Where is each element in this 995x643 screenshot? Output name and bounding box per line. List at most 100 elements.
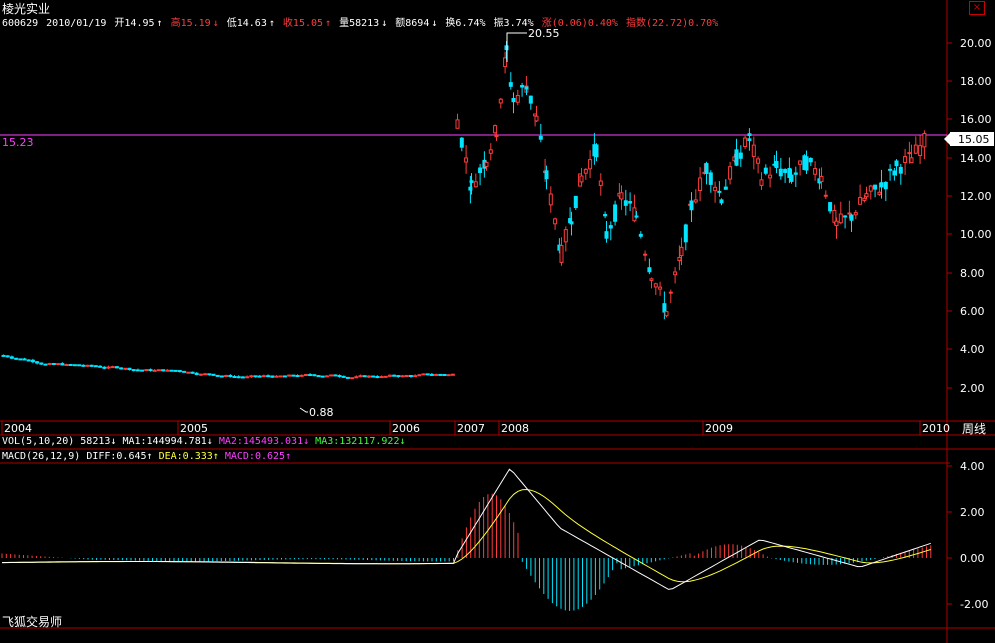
candle-body <box>89 364 94 367</box>
candle-body <box>683 224 688 243</box>
candle-body <box>354 376 359 379</box>
candle-body <box>515 94 520 103</box>
candle-body <box>245 376 250 379</box>
candle-body <box>756 158 761 164</box>
candle-body <box>152 369 157 372</box>
price-tick-label: 16.00 <box>960 113 992 126</box>
candle-body <box>819 175 824 183</box>
candle-body <box>534 115 539 122</box>
candle-body <box>469 180 474 183</box>
candle-body <box>883 181 888 190</box>
candle-body <box>30 359 35 363</box>
candle-body <box>404 375 409 378</box>
candle-body <box>169 369 174 372</box>
candle-body <box>207 373 212 376</box>
date-axis-label: 2005 <box>180 422 208 435</box>
date-axis: 2004 2005 2006 2007 2008 2009 2010 <box>1 421 950 435</box>
candle-body <box>211 373 216 376</box>
candle-body <box>632 207 637 222</box>
candle-body <box>9 356 14 359</box>
candle-body <box>892 170 897 176</box>
candle-body <box>350 377 355 380</box>
candle-body <box>303 374 308 377</box>
candle-body <box>559 245 564 263</box>
candle-body <box>47 362 52 365</box>
candle-body <box>333 374 338 377</box>
candle-body <box>287 374 292 377</box>
candle-body <box>232 376 237 379</box>
candle-body <box>608 225 613 229</box>
period-label: 周线 <box>962 422 986 436</box>
candle-body <box>774 160 779 168</box>
candle-body <box>922 133 927 148</box>
candle-body <box>668 291 673 294</box>
candle-body <box>450 373 455 376</box>
candle-body <box>14 357 19 360</box>
candle-body <box>18 358 23 361</box>
date-axis-label: 2008 <box>501 422 529 435</box>
candle-body <box>228 375 233 378</box>
stock-chart[interactable]: 20.00 18.00 16.00 14.00 12.00 10.00 8.00… <box>0 0 995 643</box>
date-axis-label: 2010 <box>922 422 950 435</box>
candle-body <box>127 367 132 371</box>
candle-body <box>804 156 809 171</box>
candle-body <box>498 98 503 104</box>
date-axis-label: 2009 <box>705 422 733 435</box>
candle-body <box>257 375 262 378</box>
candle-body <box>907 152 912 155</box>
candle-body <box>236 376 241 379</box>
candle-body <box>808 157 813 163</box>
candle-body <box>484 161 489 167</box>
candle-body <box>312 374 317 377</box>
candle-body <box>743 137 748 148</box>
candle-body <box>165 369 170 372</box>
candle-body <box>528 95 533 104</box>
candle-body <box>68 364 73 367</box>
candle-body <box>898 166 903 174</box>
candle-body <box>371 375 376 378</box>
candle-body <box>563 229 568 243</box>
candle-body <box>383 375 388 378</box>
candle-body <box>408 375 413 378</box>
candle-body <box>708 172 713 185</box>
price-tick-label: 10.00 <box>960 228 992 241</box>
candle-body <box>434 373 439 376</box>
candle-body <box>858 197 863 205</box>
candle-body <box>693 199 698 203</box>
price-tick-label: 20.00 <box>960 37 992 50</box>
candle-body <box>413 375 418 378</box>
candle-body <box>588 159 593 170</box>
candle-body <box>734 149 739 166</box>
candle-body <box>291 374 296 377</box>
candle-body <box>5 355 10 358</box>
candle-body <box>768 174 773 179</box>
candle-body <box>22 358 27 361</box>
candle-body <box>240 376 245 379</box>
candle-body <box>148 369 153 372</box>
date-axis-label: 2006 <box>392 422 420 435</box>
date-axis-label: 2007 <box>457 422 485 435</box>
candle-body <box>123 367 128 370</box>
candle-body <box>553 218 558 225</box>
candle-body <box>653 283 658 288</box>
candle-body <box>282 375 287 378</box>
candle-body <box>638 233 643 237</box>
candle-body <box>573 195 578 209</box>
candle-body <box>488 149 493 154</box>
min-price-marker <box>299 407 308 413</box>
candle-body <box>295 375 300 378</box>
candle-body <box>813 168 818 175</box>
price-tick-label: 12.00 <box>960 190 992 203</box>
candle-body <box>511 98 516 103</box>
macd-tick-label: 4.00 <box>960 460 985 473</box>
candle-body <box>266 375 271 378</box>
candle-body <box>119 367 124 370</box>
candle-body <box>215 374 220 377</box>
price-tick-label: 14.00 <box>960 152 992 165</box>
last-price-label: 15.05 <box>958 133 990 146</box>
candle-body <box>106 366 111 369</box>
candle-body <box>868 185 873 192</box>
candle-body <box>853 212 858 216</box>
candle-body <box>446 374 451 377</box>
candle-body <box>429 373 434 376</box>
